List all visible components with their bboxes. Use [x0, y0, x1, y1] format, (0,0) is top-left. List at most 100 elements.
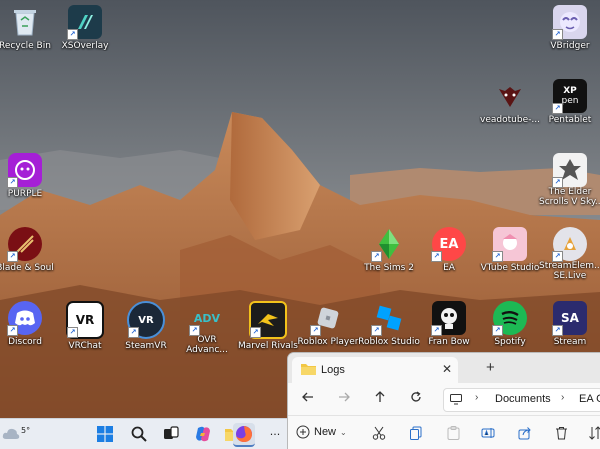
xp-logo-text: XP: [563, 86, 577, 96]
new-tab-button[interactable]: +: [486, 360, 495, 375]
breadcrumb-documents[interactable]: Documents: [495, 393, 551, 405]
shortcut-arrow-icon: ↗: [67, 327, 78, 338]
new-button[interactable]: New ⌄: [296, 425, 347, 439]
icon-label-line2: Scrolls V Sky...: [539, 197, 600, 207]
refresh-icon: [411, 391, 421, 402]
paste-button[interactable]: [444, 424, 462, 442]
delete-button[interactable]: [552, 424, 570, 442]
shortcut-arrow-icon: ↗: [250, 327, 261, 338]
adv-logo-text: ADV: [193, 311, 221, 325]
icon-label: The Elder: [548, 187, 592, 197]
ea-logo-icon: EA ↗: [431, 227, 466, 262]
breadcrumb-ea-games[interactable]: EA G: [579, 393, 600, 405]
rename-icon: [481, 428, 495, 438]
desktop-icon-discord[interactable]: ↗ Discord: [0, 298, 56, 358]
vbridger-icon: ↗: [552, 5, 587, 40]
shortcut-arrow-icon: ↗: [431, 325, 442, 336]
shortcut-arrow-icon: ↗: [492, 325, 503, 336]
icon-label: VBridger: [550, 41, 590, 51]
desktop-icon-veadotube[interactable]: veadotube-...: [479, 76, 541, 136]
more-text: ···: [269, 427, 281, 441]
shortcut-arrow-icon: ↗: [371, 251, 382, 262]
share-button[interactable]: [516, 424, 534, 442]
chevron-right-icon: ›: [561, 392, 565, 403]
shortcut-arrow-icon: ↗: [128, 327, 139, 338]
desktop-icon-sims2[interactable]: ↗ The Sims 2: [358, 224, 420, 284]
address-bar[interactable]: › Documents › EA G: [443, 388, 600, 412]
shortcut-arrow-icon: ↗: [431, 251, 442, 262]
shortcut-arrow-icon: ↗: [7, 177, 18, 188]
forward-button[interactable]: [338, 391, 350, 406]
icon-label: EA: [443, 263, 455, 273]
desktop-icon-xsoverlay[interactable]: ↗ XSOverlay: [54, 2, 116, 62]
pentablet-icon: XP pen ↗: [552, 79, 587, 114]
taskbar-overflow-button[interactable]: ···: [264, 423, 286, 445]
up-button[interactable]: [374, 391, 386, 406]
copy-button[interactable]: [407, 424, 425, 442]
navigation-bar: › Documents › EA G: [288, 383, 600, 415]
shortcut-arrow-icon: ↗: [552, 325, 563, 336]
icon-label: Spotify: [494, 337, 526, 347]
icon-label: OVR: [197, 335, 217, 345]
desktop-icon-vtube-studio[interactable]: ↗ VTube Studio: [479, 224, 541, 284]
windows-logo-icon: [97, 426, 113, 442]
start-button[interactable]: [94, 423, 116, 445]
tab-logs[interactable]: Logs ✕: [292, 357, 458, 383]
desktop-icon-blade-and-soul[interactable]: ↗ Blade & Soul: [0, 224, 56, 284]
icon-label: Pentablet: [548, 115, 592, 125]
desktop-icon-vrchat[interactable]: VR ↗ VRChat: [54, 298, 116, 358]
desktop-icon-streamelements[interactable]: ↗ StreamElem... SE.Live: [539, 224, 600, 284]
firefox-icon: [236, 426, 252, 442]
roblox-player-icon: ↗: [310, 301, 345, 336]
firefox-taskbar-button[interactable]: [233, 423, 255, 447]
sort-button[interactable]: [586, 424, 600, 442]
icon-label: Discord: [8, 337, 42, 347]
desktop-icon-roblox-studio[interactable]: ↗ Roblox Studio: [358, 298, 420, 358]
desktop-icon-ea[interactable]: EA ↗ EA: [418, 224, 480, 284]
shortcut-arrow-icon: ↗: [552, 251, 563, 262]
tab-strip: Logs ✕ +: [288, 353, 600, 383]
spotify-icon: ↗: [492, 301, 527, 336]
icon-label: VRChat: [68, 341, 102, 351]
icon-label: Marvel Rivals: [238, 341, 298, 351]
desktop-icon-vbridger[interactable]: ↗ VBridger: [539, 2, 600, 62]
rename-button[interactable]: [479, 424, 497, 442]
ea-logo-text: EA: [439, 236, 459, 252]
copy-icon: [410, 426, 422, 440]
cut-button[interactable]: [370, 424, 388, 442]
file-explorer-window: Logs ✕ + › Documents › EA G New ⌄: [287, 352, 600, 449]
task-view-icon: [164, 426, 179, 439]
icon-label: StreamElem...: [539, 261, 600, 271]
shortcut-arrow-icon: ↗: [7, 251, 18, 262]
desktop-icon-purple[interactable]: ↗ PURPLE: [0, 150, 56, 210]
tab-close-button[interactable]: ✕: [442, 362, 452, 376]
weather-widget[interactable]: 5°: [2, 423, 42, 445]
copilot-button[interactable]: [192, 423, 214, 445]
desktop-icon-recycle-bin[interactable]: Recycle Bin: [0, 2, 56, 62]
weather-temperature: 5°: [21, 426, 31, 435]
elder-scrolls-icon: ↗: [552, 153, 587, 188]
desktop-icon-elder-scrolls[interactable]: ↗ The Elder Scrolls V Sky...: [539, 150, 600, 210]
desktop-icon-ovr-advanced[interactable]: ADV ↗ OVR Advanc...: [176, 298, 238, 358]
refresh-button[interactable]: [410, 391, 422, 406]
weather-cloud-icon: [2, 428, 20, 439]
blade-and-soul-icon: ↗: [7, 227, 42, 262]
desktop-icon-fran-bow[interactable]: ↗ Fran Bow: [418, 298, 480, 358]
shortcut-arrow-icon: ↗: [552, 29, 563, 40]
stream-app-icon: SA ↗: [552, 301, 587, 336]
icon-label: Roblox Studio: [358, 337, 420, 347]
desktop-icon-steamvr[interactable]: VR ↗ SteamVR: [115, 298, 177, 358]
desktop-icon-pentablet[interactable]: XP pen ↗ Pentablet: [539, 76, 600, 136]
desktop-icon-spotify[interactable]: ↗ Spotify: [479, 298, 541, 358]
sort-icon: [589, 426, 600, 440]
task-view-button[interactable]: [160, 423, 182, 445]
back-button[interactable]: [302, 391, 314, 406]
tab-title: Logs: [321, 364, 345, 376]
desktop-icon-marvel-rivals[interactable]: ↗ Marvel Rivals: [237, 298, 299, 358]
taskbar: 5° ···: [0, 418, 290, 449]
desktop-icon-stream[interactable]: SA ↗ Stream: [539, 298, 600, 358]
icon-label: Recycle Bin: [0, 41, 51, 51]
search-button[interactable]: [128, 423, 150, 445]
desktop-icon-roblox-player[interactable]: ↗ Roblox Player: [297, 298, 359, 358]
fran-bow-icon: ↗: [431, 301, 466, 336]
